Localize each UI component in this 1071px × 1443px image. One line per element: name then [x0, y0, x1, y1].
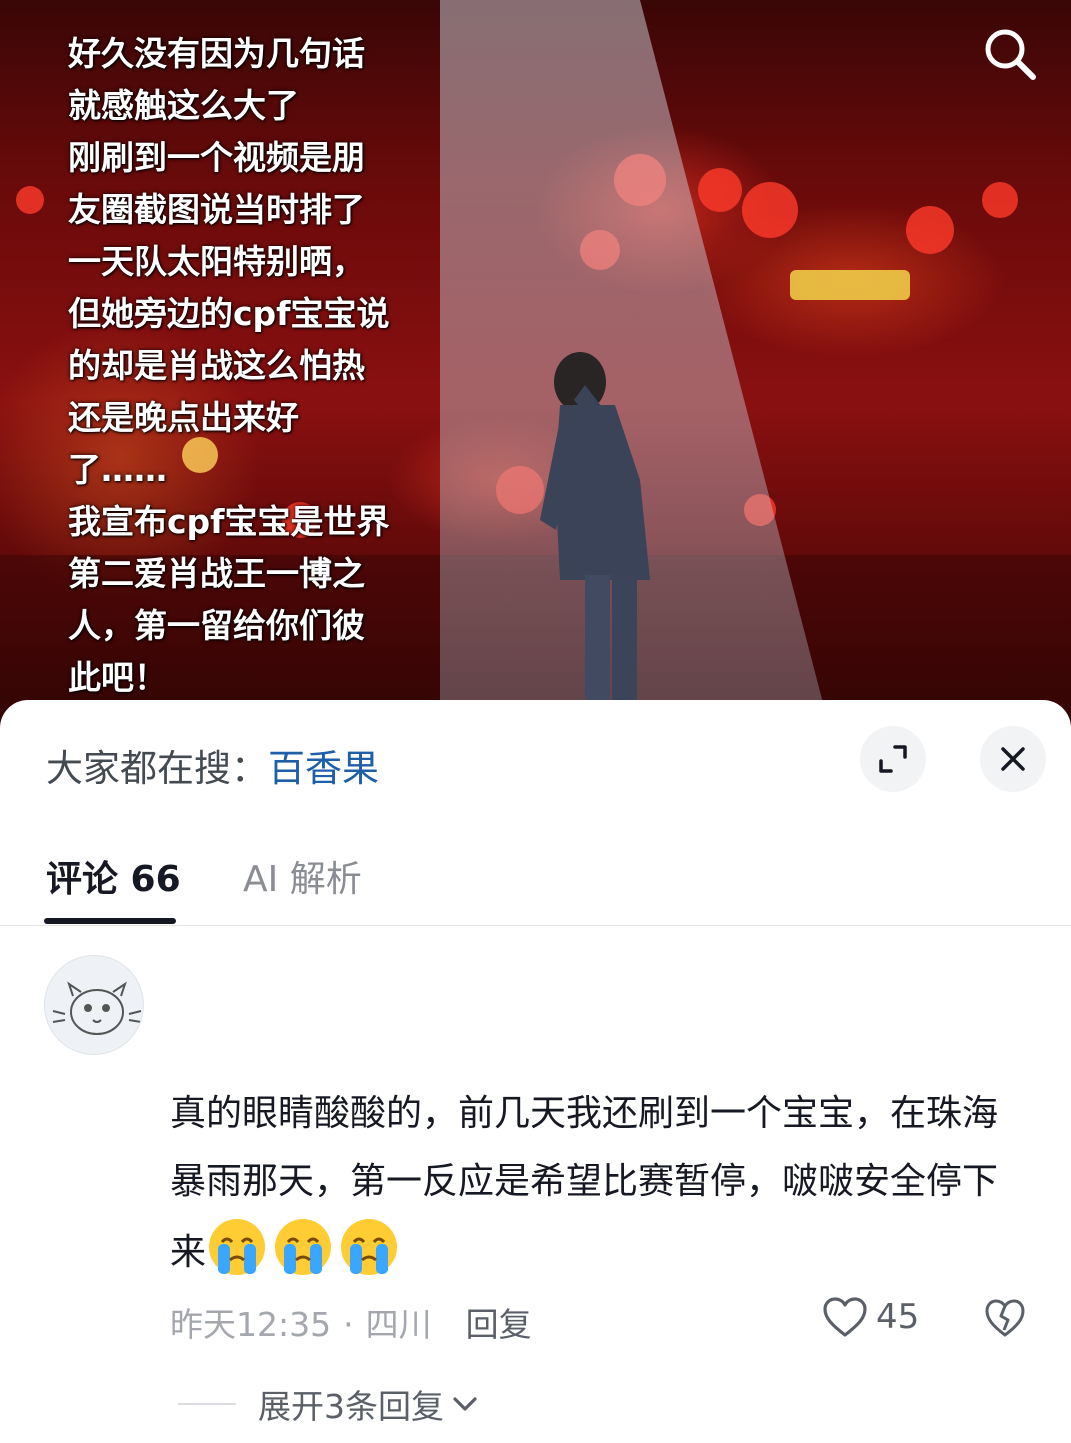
crying-emoji-icon — [209, 1219, 266, 1275]
comment-body: 真的眼睛酸酸的，前几天我还刷到一个宝宝，在珠海暴雨那天，第一反应是希望比赛暂停，… — [170, 1080, 1030, 1287]
close-icon — [1001, 747, 1025, 771]
like-count: 45 — [876, 1297, 920, 1337]
like-button[interactable]: 45 — [822, 1296, 919, 1338]
comment-time: 昨天12:35 — [170, 1305, 332, 1344]
avatar[interactable] — [44, 955, 144, 1055]
divider-line — [178, 1403, 236, 1405]
tab-bar: 评论 66 AI 解析 — [0, 840, 1071, 926]
comment-location: 四川 — [365, 1305, 432, 1344]
comment-sheet: 大家都在搜：百香果 评论 66 AI 解析 真的眼睛酸酸的，前几天我还刷到一个宝… — [0, 700, 1071, 1443]
video-frame[interactable]: 好久没有因为几句话 就感触这么大了 刚刷到一个视频是朋 友圈截图说当时排了 一天… — [0, 0, 1071, 730]
active-tab-indicator — [44, 918, 176, 924]
emoji-group — [206, 1219, 404, 1275]
close-button[interactable] — [980, 726, 1046, 792]
reply-button[interactable]: 回复 — [466, 1305, 532, 1344]
video-caption: 好久没有因为几句话 就感触这么大了 刚刷到一个视频是朋 友圈截图说当时排了 一天… — [68, 34, 390, 697]
chevron-down-icon — [453, 1397, 477, 1411]
search-icon[interactable] — [980, 24, 1040, 84]
expand-replies-button[interactable]: 展开3条回复 — [178, 1380, 480, 1428]
trending-keyword-link[interactable]: 百香果 — [268, 747, 379, 790]
crying-emoji-icon — [341, 1219, 398, 1275]
dislike-button[interactable] — [984, 1298, 1026, 1342]
tab-comments[interactable]: 评论 66 — [46, 850, 181, 902]
comment-meta: 昨天12:35 · 四川 回复 — [170, 1298, 532, 1346]
expand-replies-label: 展开3条回复 — [258, 1387, 444, 1426]
trending-search[interactable]: 大家都在搜：百香果 — [46, 738, 379, 792]
expand-icon — [879, 745, 907, 773]
expand-button[interactable] — [860, 726, 926, 792]
tab-ai-analysis[interactable]: AI 解析 — [243, 850, 362, 902]
crying-emoji-icon — [275, 1219, 332, 1275]
trending-prefix: 大家都在搜： — [46, 747, 268, 790]
heart-icon — [823, 1297, 867, 1337]
broken-heart-icon — [985, 1299, 1025, 1337]
meta-separator: · — [343, 1305, 354, 1344]
